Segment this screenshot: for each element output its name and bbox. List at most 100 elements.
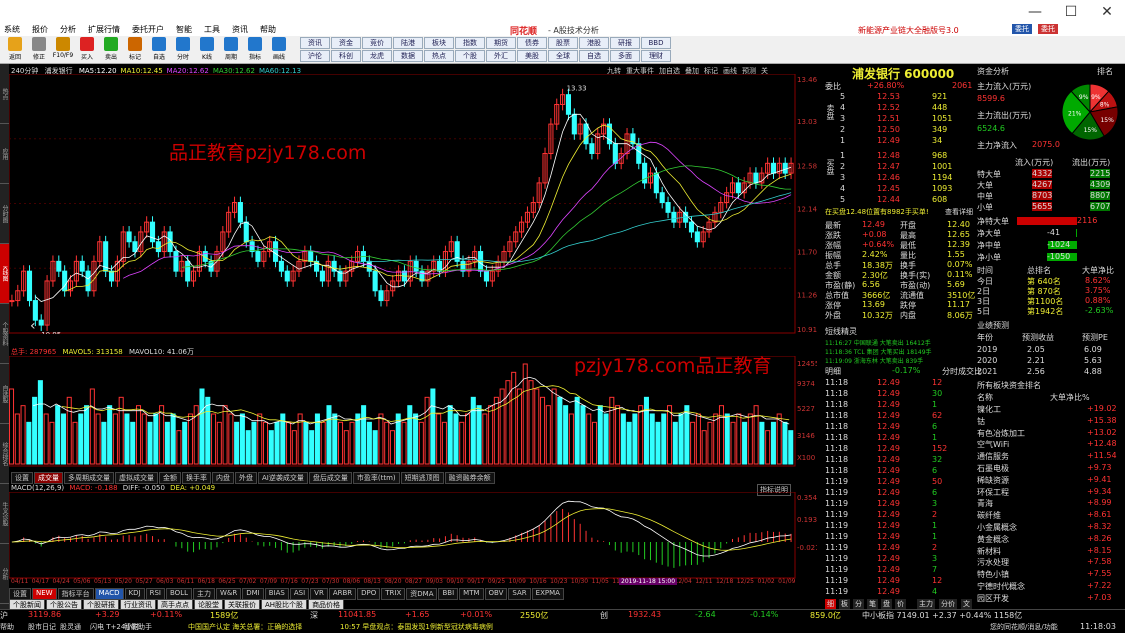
side-bottom-tab-1[interactable]: 板 bbox=[839, 599, 850, 609]
quick-link-23[interactable]: 理财 bbox=[641, 50, 671, 62]
sector-name[interactable]: 小金属概念 bbox=[977, 522, 1017, 533]
vol-tab-9[interactable]: 盘后成交量 bbox=[308, 472, 352, 484]
vol-tab-12[interactable]: 融资融券余额 bbox=[444, 472, 495, 484]
ad-link-1[interactable]: 新能源产业链大全 bbox=[858, 25, 922, 36]
sector-name[interactable]: 有色冶炼加工 bbox=[977, 428, 1025, 439]
side-bottom-tab-0[interactable]: 细 bbox=[825, 599, 836, 609]
quick-link-1[interactable]: 资金 bbox=[331, 37, 361, 49]
quick-link-14[interactable]: 龙虎 bbox=[362, 50, 392, 62]
quick-link-6[interactable]: 期货 bbox=[486, 37, 516, 49]
left-tab-7[interactable]: 牛叉诊股 bbox=[0, 484, 9, 544]
status-right[interactable]: 您的同花顺/消息/功能 bbox=[990, 622, 1058, 632]
sector-name[interactable]: 通信服务 bbox=[977, 451, 1009, 462]
left-tab-4[interactable]: 个股资料 bbox=[0, 304, 9, 364]
quick-link-9[interactable]: 港股 bbox=[579, 37, 609, 49]
toolbar-button-0[interactable]: 返回 bbox=[4, 36, 26, 63]
quick-link-4[interactable]: 板块 bbox=[424, 37, 454, 49]
vol-tab-0[interactable]: 设置 bbox=[11, 472, 33, 484]
quick-link-19[interactable]: 美股 bbox=[517, 50, 547, 62]
quick-link-16[interactable]: 热点 bbox=[424, 50, 454, 62]
quick-link-20[interactable]: 全球 bbox=[548, 50, 578, 62]
side-bottom-tab-3[interactable]: 笔 bbox=[867, 599, 878, 609]
sector-name[interactable]: 特色小镇 bbox=[977, 569, 1009, 580]
side-bottom-tab-4[interactable]: 盘 bbox=[881, 599, 892, 609]
quick-link-22[interactable]: 多面 bbox=[610, 50, 640, 62]
vol-tab-6[interactable]: 内盘 bbox=[212, 472, 234, 484]
quick-link-18[interactable]: 外汇 bbox=[486, 50, 516, 62]
volume-chart-svg[interactable]: 12455 9374 5227 3146 X100 bbox=[9, 356, 817, 468]
side-bottom-tab-5[interactable]: 价 bbox=[895, 599, 906, 609]
vol-tab-8[interactable]: AI逆袭成交量 bbox=[258, 472, 308, 484]
ind-tab-19[interactable]: OBV bbox=[484, 588, 508, 600]
ind-tab-18[interactable]: MTM bbox=[459, 588, 484, 600]
left-tab-3[interactable]: K线图 bbox=[0, 244, 9, 304]
menu-item-8[interactable]: 帮助 bbox=[258, 24, 278, 35]
sector-name[interactable]: 宁德时代概念 bbox=[977, 581, 1025, 592]
index-name[interactable]: 创 bbox=[600, 610, 608, 621]
tick-spirit-event[interactable]: 11:16:27 中国联通 大笔卖出 16412手 bbox=[825, 338, 931, 347]
left-tab-2[interactable]: 分时图 bbox=[0, 184, 9, 244]
menu-item-1[interactable]: 报价 bbox=[30, 24, 50, 35]
trade-more-button[interactable]: 委托 bbox=[1038, 24, 1058, 34]
status-tip-4[interactable]: 智能助手 bbox=[124, 622, 152, 632]
sector-name[interactable]: 石墨电极 bbox=[977, 463, 1009, 474]
vol-tab-3[interactable]: 虚拟成交量 bbox=[115, 472, 158, 484]
toolbar-button-6[interactable]: 自选 bbox=[148, 36, 170, 63]
menu-item-4[interactable]: 委托开户 bbox=[130, 24, 166, 35]
sector-name[interactable]: 园区开发 bbox=[977, 593, 1009, 604]
toolbar-button-10[interactable]: 指标 bbox=[244, 36, 266, 63]
toolbar-button-5[interactable]: 标记 bbox=[124, 36, 146, 63]
sector-name[interactable]: 新材料 bbox=[977, 546, 1001, 557]
left-tab-5[interactable]: 自选股 bbox=[0, 364, 9, 424]
status-tip-1[interactable]: 股市日记 bbox=[28, 622, 56, 632]
left-tab-1[interactable]: 应用 bbox=[0, 124, 9, 184]
quick-link-17[interactable]: 个股 bbox=[455, 50, 485, 62]
left-tab-0[interactable]: 热点 bbox=[0, 64, 9, 124]
vol-tab-4[interactable]: 金额 bbox=[159, 472, 181, 484]
toolbar-button-3[interactable]: 买入 bbox=[76, 36, 98, 63]
menu-item-0[interactable]: 系统 bbox=[2, 24, 22, 35]
status-tip-0[interactable]: 帮助 bbox=[0, 622, 14, 632]
toolbar-button-4[interactable]: 卖出 bbox=[100, 36, 122, 63]
ind-tab-20[interactable]: SAR bbox=[508, 588, 531, 600]
status-tip-6[interactable]: 10:57 早盘观点：泰国发现1例新型冠状病毒病例 bbox=[340, 622, 493, 632]
side-bottom-tab-8[interactable]: 文 bbox=[961, 599, 972, 609]
ad-link-2[interactable]: 融版号3.0 bbox=[922, 25, 959, 36]
quick-link-10[interactable]: 研报 bbox=[610, 37, 640, 49]
sector-name[interactable]: 碳纤维 bbox=[977, 510, 1001, 521]
quick-link-3[interactable]: 陆港 bbox=[393, 37, 423, 49]
sector-name[interactable]: 黄金概念 bbox=[977, 534, 1009, 545]
toolbar-button-1[interactable]: 修正 bbox=[28, 36, 50, 63]
menu-item-3[interactable]: 扩展行情 bbox=[86, 24, 122, 35]
side-bottom-tab-6[interactable]: 主力 bbox=[917, 599, 935, 609]
sector-name[interactable]: 青海 bbox=[977, 498, 993, 509]
index-name[interactable]: 深 bbox=[310, 610, 318, 621]
ind-tab-14[interactable]: DPO bbox=[357, 588, 381, 600]
index-name[interactable]: 沪 bbox=[0, 610, 8, 621]
menu-item-5[interactable]: 智能 bbox=[174, 24, 194, 35]
maximize-button[interactable]: ☐ bbox=[1053, 4, 1089, 20]
ind-tab-15[interactable]: TRIX bbox=[381, 588, 406, 600]
sector-name[interactable]: 空气WiFi bbox=[977, 439, 1009, 450]
vol-tab-1[interactable]: 成交量 bbox=[34, 472, 63, 484]
vol-tab-2[interactable]: 多周期成交量 bbox=[64, 472, 114, 484]
tick-detail-button[interactable]: 分时成交比 bbox=[942, 366, 982, 377]
quick-link-2[interactable]: 竞价 bbox=[362, 37, 392, 49]
quick-link-5[interactable]: 指数 bbox=[455, 37, 485, 49]
left-tab-8[interactable]: 分析 bbox=[0, 544, 9, 604]
vol-tab-11[interactable]: 短期逃顶图 bbox=[400, 472, 444, 484]
quick-link-13[interactable]: 科创 bbox=[331, 50, 361, 62]
sector-name[interactable]: 环保工程 bbox=[977, 487, 1009, 498]
toolbar-button-11[interactable]: 画线 bbox=[268, 36, 290, 63]
sector-name[interactable]: 稀缺资源 bbox=[977, 475, 1009, 486]
funds-tab[interactable]: 资金分析 bbox=[977, 66, 1009, 77]
sector-name[interactable]: 污水处理 bbox=[977, 557, 1009, 568]
quick-link-15[interactable]: 数据 bbox=[393, 50, 423, 62]
toolbar-button-8[interactable]: K线 bbox=[196, 36, 218, 63]
macd-chart-svg[interactable]: 0.354 0.193 -0.021 bbox=[9, 492, 817, 580]
sector-name[interactable]: 钴 bbox=[977, 416, 985, 427]
vol-tab-7[interactable]: 外盘 bbox=[235, 472, 257, 484]
vol-tab-5[interactable]: 换手率 bbox=[182, 472, 211, 484]
menu-item-2[interactable]: 分析 bbox=[58, 24, 78, 35]
status-tip-5[interactable]: 中国国产认定 海关总署：正确的选择 bbox=[188, 622, 302, 632]
